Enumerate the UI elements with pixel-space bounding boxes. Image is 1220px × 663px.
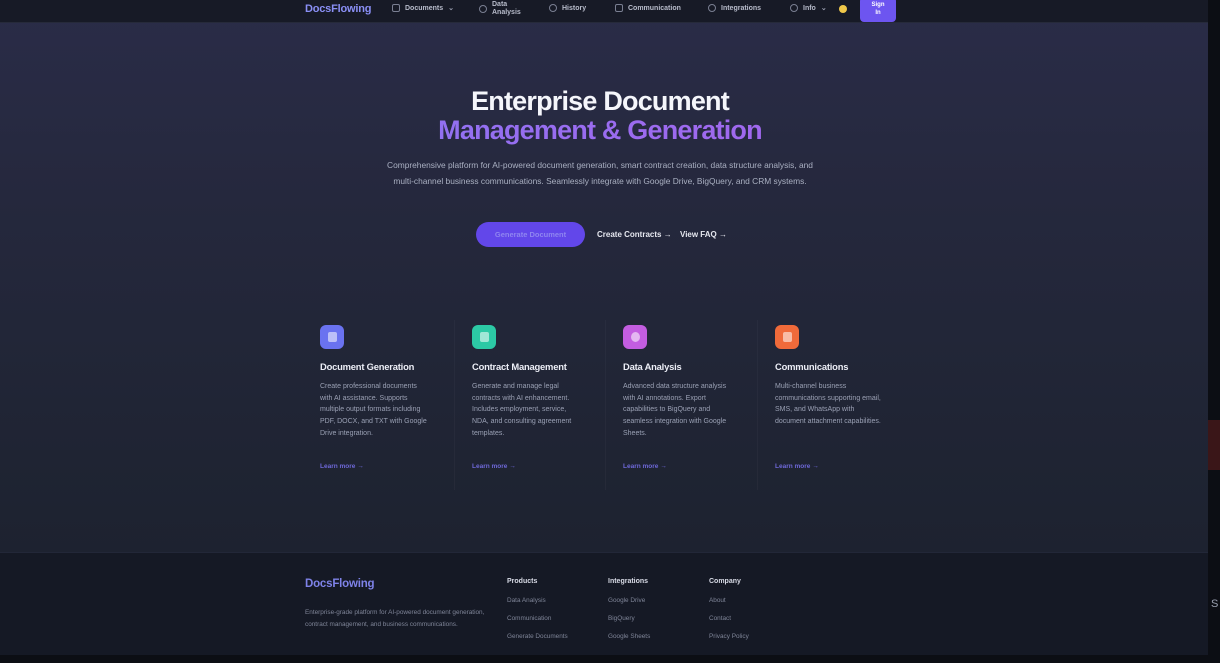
eye-icon <box>623 325 647 349</box>
view-faq-link[interactable]: View FAQ → <box>680 230 727 239</box>
footer-heading: Company <box>709 578 741 585</box>
footer-link[interactable]: Communication <box>507 615 568 622</box>
feature-description: Advanced data structure analysis with AI… <box>623 383 727 437</box>
document-icon <box>392 4 400 12</box>
footer-column-integrations: Integrations Google Drive BigQuery Googl… <box>608 578 650 651</box>
feature-title: Document Generation <box>320 361 415 372</box>
footer-link[interactable]: Google Drive <box>608 597 650 604</box>
feature-card-communications[interactable]: Communications Multi-channel business co… <box>760 318 908 488</box>
nav-history-label: History <box>562 4 587 12</box>
nav-documents[interactable]: Documents ⌄ <box>392 4 454 12</box>
nav-info-label: Info <box>803 4 816 12</box>
plug-icon <box>708 4 716 12</box>
sun-icon[interactable] <box>839 5 847 13</box>
document-icon <box>320 325 344 349</box>
chart-icon <box>479 4 487 13</box>
nav-communication-label: Communication <box>628 4 681 12</box>
footer-link[interactable]: Generate Documents <box>507 633 568 640</box>
footer-link[interactable]: Privacy Policy <box>709 633 749 640</box>
generate-document-button[interactable]: Generate Document <box>476 222 585 247</box>
feature-title: Data Analysis <box>623 361 682 372</box>
brand-logo[interactable]: DocsFlowing <box>305 3 371 15</box>
mail-icon <box>775 325 799 349</box>
sign-in-line1: Sign <box>871 2 885 8</box>
learn-more-link[interactable]: Learn more → <box>320 463 364 470</box>
nav-data-analysis[interactable]: Data Analysis <box>479 0 521 17</box>
learn-more-link[interactable]: Learn more → <box>623 463 667 470</box>
sign-in-line2: In <box>875 10 881 16</box>
window-edge: S <box>1208 0 1220 663</box>
clock-icon <box>549 4 557 12</box>
learn-more-link[interactable]: Learn more → <box>472 463 516 470</box>
feature-card-contract-management[interactable]: Contract Management Generate and manage … <box>457 318 605 488</box>
footer-logo[interactable]: DocsFlowing <box>305 578 375 590</box>
window-bottom-edge <box>0 655 1208 663</box>
site-footer: DocsFlowing Enterprise-grade platform fo… <box>0 552 1208 655</box>
briefcase-icon <box>472 325 496 349</box>
info-icon <box>790 4 798 12</box>
hero-title-line2: Management & Generation <box>0 115 1200 146</box>
create-contracts-link[interactable]: Create Contracts → <box>597 230 672 239</box>
sign-in-button[interactable]: Sign In <box>860 0 896 22</box>
footer-column-products: Products Data Analysis Communication Gen… <box>507 578 568 651</box>
chevron-down-icon: ⌄ <box>448 5 454 12</box>
nav-history[interactable]: History <box>549 4 586 12</box>
learn-more-link[interactable]: Learn more → <box>775 463 819 470</box>
nav-integrations[interactable]: Integrations <box>708 4 761 12</box>
chevron-down-icon: ⌄ <box>820 5 827 12</box>
feature-card-document-generation[interactable]: Document Generation Create professional … <box>305 318 453 488</box>
hero-description: Comprehensive platform for AI-powered do… <box>387 160 813 186</box>
hero-title-line1: Enterprise Document <box>471 86 730 116</box>
nav-documents-label: Documents <box>405 4 444 12</box>
top-navbar: DocsFlowing Documents ⌄ Data Analysis Hi… <box>0 0 1208 23</box>
footer-link[interactable]: Contact <box>709 615 749 622</box>
nav-data-analysis-line1: Data <box>492 1 508 8</box>
footer-link[interactable]: BigQuery <box>608 615 650 622</box>
nav-data-analysis-line2: Analysis <box>492 9 521 16</box>
chat-icon <box>615 4 623 12</box>
feature-card-data-analysis[interactable]: Data Analysis Advanced data structure an… <box>608 318 756 488</box>
feature-description: Generate and manage legal contracts with… <box>472 383 572 437</box>
feature-description: Create professional documents with AI as… <box>320 383 427 437</box>
page-viewport: DocsFlowing Documents ⌄ Data Analysis Hi… <box>0 0 1208 655</box>
feature-description: Multi-channel business communications su… <box>775 383 881 426</box>
edge-text: S <box>1211 598 1219 610</box>
nav-integrations-label: Integrations <box>721 4 762 12</box>
footer-column-company: Company About Contact Privacy Policy <box>709 578 749 651</box>
nav-info[interactable]: Info ⌄ <box>790 4 827 12</box>
footer-heading: Products <box>507 578 538 585</box>
nav-communication[interactable]: Communication <box>615 4 681 12</box>
footer-description: Enterprise-grade platform for AI-powered… <box>305 609 485 628</box>
footer-link[interactable]: About <box>709 597 749 604</box>
footer-link[interactable]: Data Analysis <box>507 597 568 604</box>
feature-title: Contract Management <box>472 361 567 372</box>
feature-title: Communications <box>775 361 849 372</box>
footer-heading: Integrations <box>608 578 649 585</box>
footer-link[interactable]: Google Sheets <box>608 633 650 640</box>
